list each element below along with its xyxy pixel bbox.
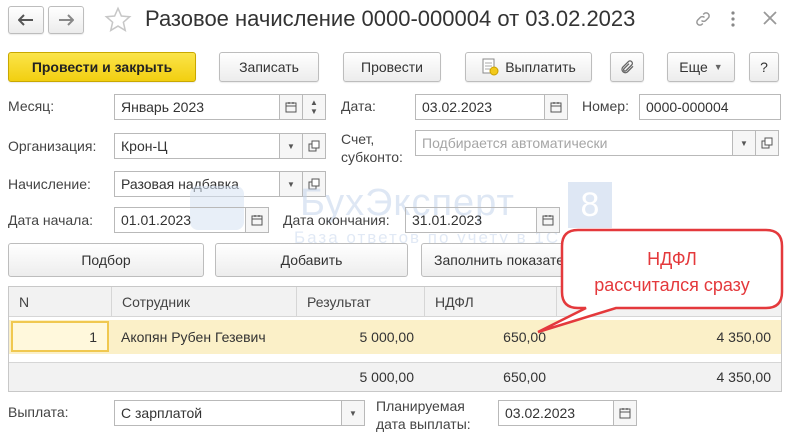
stepper-up-icon: ▲ bbox=[310, 98, 318, 107]
pay-document-icon bbox=[482, 58, 499, 76]
chevron-down-icon: ▼ bbox=[740, 138, 748, 148]
chevron-down-icon: ▼ bbox=[349, 408, 357, 418]
total-payout: 4 350,00 bbox=[716, 368, 772, 385]
planned-date-calendar-button[interactable] bbox=[613, 400, 637, 426]
month-stepper[interactable]: ▲ ▼ bbox=[302, 94, 326, 120]
column-header-result[interactable]: Результат bbox=[296, 287, 424, 317]
date-label: Дата: bbox=[341, 98, 376, 114]
column-header-n[interactable]: N bbox=[9, 287, 109, 317]
column-header-employee[interactable]: Сотрудник bbox=[111, 287, 296, 317]
close-icon bbox=[763, 11, 777, 25]
paperclip-icon bbox=[621, 60, 634, 74]
close-button[interactable] bbox=[762, 10, 782, 30]
start-date-label: Дата начала: bbox=[8, 212, 94, 228]
result-cell[interactable]: 5 000,00 bbox=[296, 321, 424, 353]
planned-date-label-line2: дата выплаты: bbox=[376, 416, 471, 432]
open-window-icon bbox=[308, 140, 320, 152]
month-value: Январь 2023 bbox=[121, 99, 205, 115]
pay-button-label: Выплатить bbox=[505, 59, 576, 75]
save-button[interactable]: Записать bbox=[219, 52, 319, 82]
total-result: 5 000,00 bbox=[359, 368, 415, 385]
calendar-icon bbox=[550, 102, 562, 113]
more-vertical-icon bbox=[731, 11, 735, 27]
open-window-icon bbox=[761, 137, 773, 149]
organization-dropdown-button[interactable]: ▼ bbox=[279, 133, 303, 159]
month-calendar-button[interactable] bbox=[279, 94, 303, 120]
start-date-value: 01.01.2023 bbox=[121, 212, 192, 228]
chevron-down-icon: ▼ bbox=[713, 62, 723, 72]
more-button-label: Еще bbox=[679, 59, 708, 75]
total-ndfl: 650,00 bbox=[503, 368, 546, 385]
start-date-field[interactable]: 01.01.2023 bbox=[114, 207, 246, 233]
calendar-icon bbox=[251, 215, 263, 226]
stepper-down-icon: ▼ bbox=[310, 107, 318, 116]
planned-date-value: 03.02.2023 bbox=[505, 405, 576, 421]
number-label: Номер: bbox=[582, 98, 629, 114]
pay-button[interactable]: Выплатить bbox=[465, 52, 592, 82]
end-date-label: Дата окончания: bbox=[283, 212, 390, 228]
account-field[interactable]: Подбирается автоматически bbox=[415, 130, 733, 156]
account-open-button[interactable] bbox=[755, 130, 779, 156]
end-date-field[interactable]: 31.01.2023 bbox=[405, 207, 537, 233]
row-number: 1 bbox=[89, 328, 97, 345]
payment-dropdown-button[interactable]: ▼ bbox=[341, 400, 365, 426]
window-title: Разовое начисление 0000-000004 от 03.02.… bbox=[145, 6, 636, 31]
calendar-icon bbox=[619, 408, 631, 419]
calendar-icon bbox=[285, 102, 297, 113]
row-number-cell[interactable]: 1 bbox=[11, 321, 109, 352]
star-icon bbox=[104, 6, 132, 32]
planned-date-label-line1: Планируемая bbox=[376, 398, 465, 414]
month-label: Месяц: bbox=[8, 98, 55, 114]
post-and-close-button[interactable]: Провести и закрыть bbox=[8, 52, 196, 82]
date-field[interactable]: 03.02.2023 bbox=[415, 94, 545, 120]
arrow-right-icon bbox=[59, 14, 74, 26]
organization-field[interactable]: Крон-Ц bbox=[114, 133, 280, 159]
organization-open-button[interactable] bbox=[302, 133, 326, 159]
payment-field[interactable]: С зарплатой bbox=[114, 400, 342, 426]
organization-label: Организация: bbox=[8, 138, 97, 154]
account-placeholder: Подбирается автоматически bbox=[422, 135, 608, 151]
post-button[interactable]: Провести bbox=[343, 52, 441, 82]
more-options-button[interactable] bbox=[730, 10, 744, 30]
planned-date-field[interactable]: 03.02.2023 bbox=[498, 400, 614, 426]
select-button[interactable]: Подбор bbox=[8, 243, 204, 277]
chevron-down-icon: ▼ bbox=[287, 141, 295, 151]
number-field[interactable]: 0000-000004 bbox=[639, 94, 781, 120]
arrow-left-icon bbox=[18, 14, 33, 26]
callout-line2: рассчитался сразу bbox=[594, 275, 750, 295]
organization-value: Крон-Ц bbox=[121, 138, 168, 154]
back-button[interactable] bbox=[8, 6, 44, 34]
more-button[interactable]: Еще ▼ bbox=[667, 52, 735, 82]
link-icon bbox=[696, 12, 710, 26]
forward-button[interactable] bbox=[48, 6, 84, 34]
start-date-calendar-button[interactable] bbox=[245, 207, 269, 233]
end-date-value: 31.01.2023 bbox=[412, 212, 483, 228]
month-field[interactable]: Январь 2023 bbox=[114, 94, 280, 120]
link-button[interactable] bbox=[694, 10, 714, 30]
account-label-line1: Счет, bbox=[341, 131, 375, 147]
attach-button[interactable] bbox=[610, 52, 644, 82]
accrual-label: Начисление: bbox=[8, 176, 91, 192]
account-dropdown-button[interactable]: ▼ bbox=[732, 130, 756, 156]
payment-value: С зарплатой bbox=[121, 405, 203, 421]
calendar-icon bbox=[542, 215, 554, 226]
number-value: 0000-000004 bbox=[646, 99, 729, 115]
callout-line1: НДФЛ bbox=[647, 249, 697, 269]
date-value: 03.02.2023 bbox=[422, 99, 493, 115]
favorite-star-button[interactable] bbox=[104, 6, 134, 36]
employee-cell[interactable]: Акопян Рубен Гезевич bbox=[111, 321, 296, 353]
date-calendar-button[interactable] bbox=[544, 94, 568, 120]
help-button[interactable]: ? bbox=[749, 52, 779, 82]
add-button[interactable]: Добавить bbox=[215, 243, 408, 277]
payment-label: Выплата: bbox=[8, 404, 69, 420]
account-label-line2: субконто: bbox=[341, 149, 403, 165]
watermark-digit: 8 bbox=[568, 182, 612, 228]
